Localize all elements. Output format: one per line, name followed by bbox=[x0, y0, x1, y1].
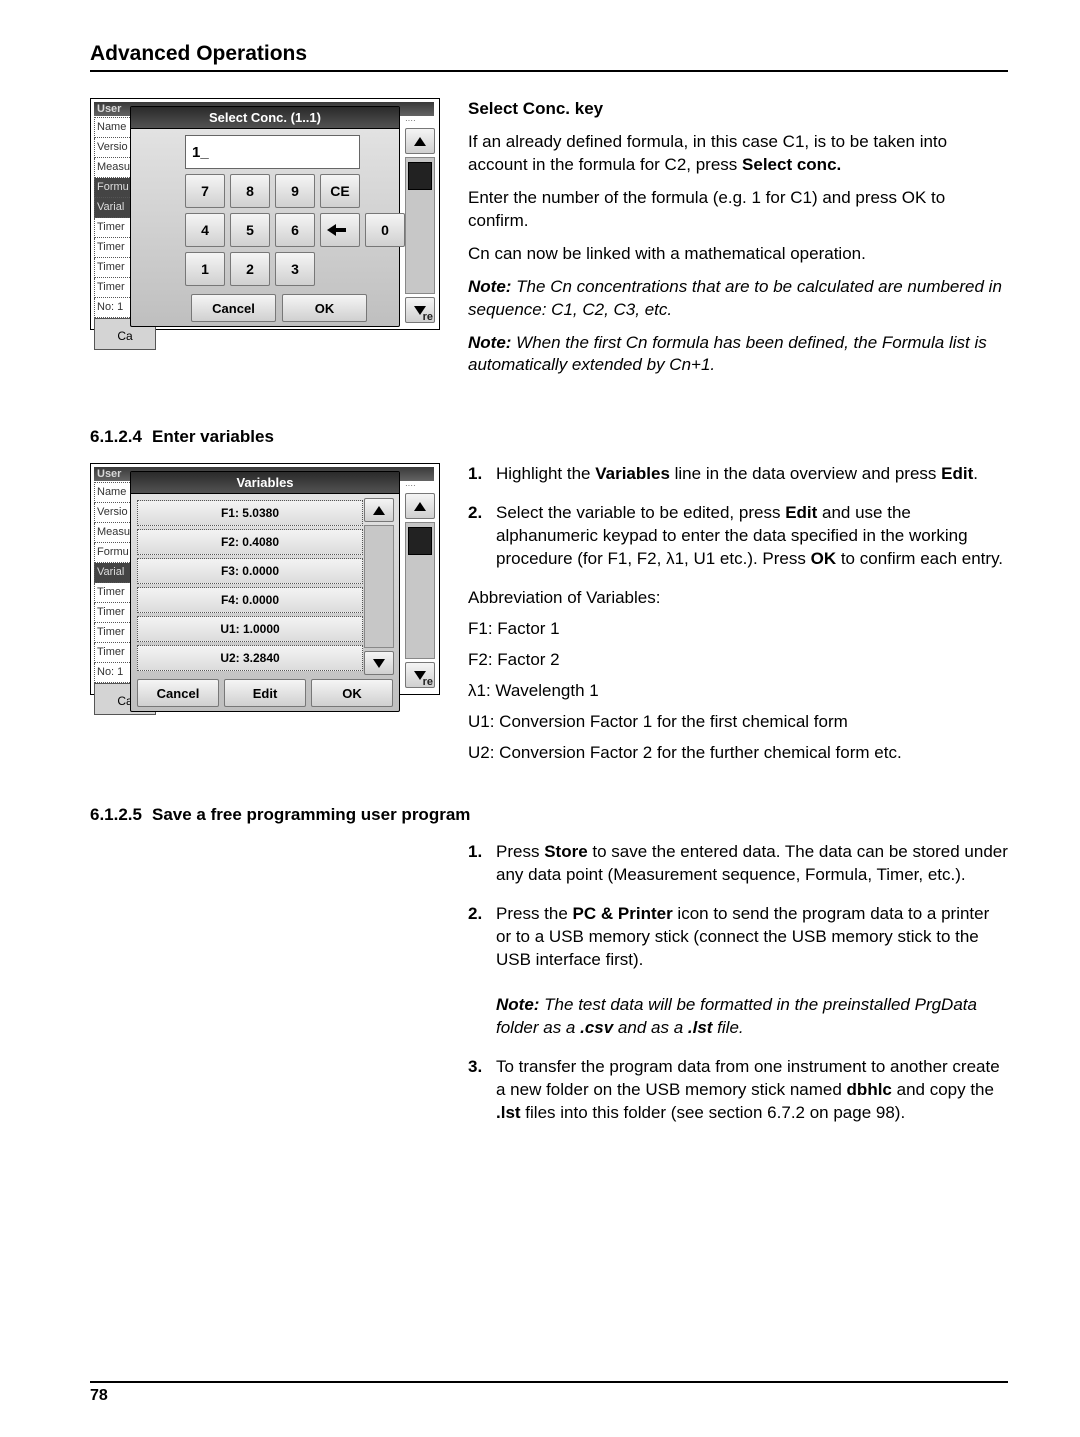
dialog1-scrollbar[interactable]: ···· bbox=[405, 117, 435, 323]
numpad-footer: Cancel OK bbox=[131, 290, 399, 322]
var-scroll-up-icon[interactable] bbox=[364, 498, 394, 522]
numpad-title: Select Conc. (1..1) bbox=[131, 107, 399, 129]
save-step-3: 3. To transfer the program data from one… bbox=[468, 1056, 1008, 1125]
key-5[interactable]: 5 bbox=[230, 213, 270, 247]
dots-icon-2: ···· bbox=[405, 482, 435, 490]
select-conc-p3: Cn can now be linked with a mathematical… bbox=[468, 243, 1008, 266]
variables-footer: Cancel Edit OK bbox=[131, 675, 399, 707]
variable-row[interactable]: F4: 0.0000 bbox=[137, 587, 363, 613]
note-1: Note: The Cn concentrations that are to … bbox=[468, 276, 1008, 322]
key-backspace-icon[interactable] bbox=[320, 213, 360, 247]
save-step-1: 1. Press Store to save the entered data.… bbox=[468, 841, 1008, 887]
var-ok-button[interactable]: OK bbox=[311, 679, 393, 707]
row-variables: User NameVersioMeasuFormuVarialTimerTime… bbox=[90, 463, 1008, 776]
select-conc-heading: Select Conc. key bbox=[468, 98, 1008, 121]
ok-button[interactable]: OK bbox=[282, 294, 367, 322]
note-2: Note: When the first Cn formula has been… bbox=[468, 332, 1008, 378]
key-4[interactable]: 4 bbox=[185, 213, 225, 247]
page-number: 78 bbox=[90, 1387, 108, 1404]
var-scroll-down-icon[interactable] bbox=[364, 651, 394, 675]
key-9[interactable]: 9 bbox=[275, 174, 315, 208]
abbr-l1: λ1: Wavelength 1 bbox=[468, 680, 1008, 703]
abbrev-block: Abbreviation of Variables: F1: Factor 1 … bbox=[468, 587, 1008, 765]
abbr-heading: Abbreviation of Variables: bbox=[468, 587, 1008, 610]
key-3[interactable]: 3 bbox=[275, 252, 315, 286]
abbr-u2: U2: Conversion Factor 2 for the further … bbox=[468, 742, 1008, 765]
save-steps: 1. Press Store to save the entered data.… bbox=[468, 841, 1008, 1125]
select-conc-p1: If an already defined formula, in this c… bbox=[468, 131, 1008, 177]
conc-input[interactable]: 1_ bbox=[185, 135, 360, 169]
row-select-conc: User NameVersioMeasuFormuVarialTimerTime… bbox=[90, 98, 1008, 399]
col-left-3 bbox=[90, 841, 440, 1141]
col-left-2: User NameVersioMeasuFormuVarialTimerTime… bbox=[90, 463, 440, 776]
col-left-1: User NameVersioMeasuFormuVarialTimerTime… bbox=[90, 98, 440, 399]
var-scroll-track[interactable] bbox=[364, 525, 394, 648]
re-fragment: re bbox=[423, 311, 433, 323]
cancel-button[interactable]: Cancel bbox=[191, 294, 276, 322]
variables-list: F1: 5.0380 F2: 0.4080 F3: 0.0000 F4: 0.0000… bbox=[131, 494, 399, 675]
abbr-u1: U1: Conversion Factor 1 for the first ch… bbox=[468, 711, 1008, 734]
select-conc-p2: Enter the number of the formula (e.g. 1 … bbox=[468, 187, 1008, 233]
key-8[interactable]: 8 bbox=[230, 174, 270, 208]
page-footer: 78 bbox=[90, 1381, 1008, 1405]
key-7[interactable]: 7 bbox=[185, 174, 225, 208]
col-right-3: 1. Press Store to save the entered data.… bbox=[468, 841, 1008, 1141]
scroll-track-2[interactable] bbox=[405, 522, 435, 659]
var-edit-button[interactable]: Edit bbox=[224, 679, 306, 707]
numpad-body: 1_ 7 8 9 CE 4 5 6 0 1 2 3 bbox=[131, 129, 399, 290]
key-6[interactable]: 6 bbox=[275, 213, 315, 247]
variable-row[interactable]: F3: 0.0000 bbox=[137, 558, 363, 584]
variables-modal: Variables F1: 5.0380 F2: 0.4080 F3: 0.0000… bbox=[130, 471, 400, 712]
key-2[interactable]: 2 bbox=[230, 252, 270, 286]
dots-icon: ···· bbox=[405, 117, 435, 125]
dialog-variables: User NameVersioMeasuFormuVarialTimerTime… bbox=[90, 463, 440, 695]
key-1[interactable]: 1 bbox=[185, 252, 225, 286]
var-cancel-button[interactable]: Cancel bbox=[137, 679, 219, 707]
variable-row[interactable]: U1: 1.0000 bbox=[137, 616, 363, 642]
variables-steps: 1. Highlight the Variables line in the d… bbox=[468, 463, 1008, 571]
variable-row[interactable]: F2: 0.4080 bbox=[137, 529, 363, 555]
numpad-modal: Select Conc. (1..1) 1_ 7 8 9 CE 4 5 6 0 … bbox=[130, 106, 400, 327]
variable-row[interactable]: U2: 3.2840 bbox=[137, 645, 363, 671]
heading-6125: 6.1.2.5Save a free programming user prog… bbox=[90, 805, 1008, 825]
dialog2-scrollbar[interactable]: ···· bbox=[405, 482, 435, 688]
dialog-select-conc: User NameVersioMeasuFormuVarialTimerTime… bbox=[90, 98, 440, 330]
col-right-1: Select Conc. key If an already defined f… bbox=[468, 98, 1008, 387]
variables-scrollbar[interactable] bbox=[364, 498, 394, 675]
page-title: Advanced Operations bbox=[90, 42, 307, 65]
key-0[interactable]: 0 bbox=[365, 213, 405, 247]
scroll-track[interactable] bbox=[405, 157, 435, 294]
key-ce[interactable]: CE bbox=[320, 174, 360, 208]
save-step-2: 2. Press the PC & Printer icon to send t… bbox=[468, 903, 1008, 1041]
heading-6124: 6.1.2.4Enter variables bbox=[90, 427, 1008, 447]
step-2: 2. Select the variable to be edited, pre… bbox=[468, 502, 1008, 571]
variable-row[interactable]: F1: 5.0380 bbox=[137, 500, 363, 526]
step-1: 1. Highlight the Variables line in the d… bbox=[468, 463, 1008, 486]
abbr-f1: F1: Factor 1 bbox=[468, 618, 1008, 641]
scroll-up-icon-2[interactable] bbox=[405, 493, 435, 519]
page-header: Advanced Operations bbox=[90, 42, 1008, 72]
variables-title: Variables bbox=[131, 472, 399, 494]
scroll-up-icon[interactable] bbox=[405, 128, 435, 154]
col-right-2: 1. Highlight the Variables line in the d… bbox=[468, 463, 1008, 776]
abbr-f2: F2: Factor 2 bbox=[468, 649, 1008, 672]
re-fragment-2: re bbox=[423, 676, 433, 688]
row-save: 1. Press Store to save the entered data.… bbox=[90, 841, 1008, 1141]
